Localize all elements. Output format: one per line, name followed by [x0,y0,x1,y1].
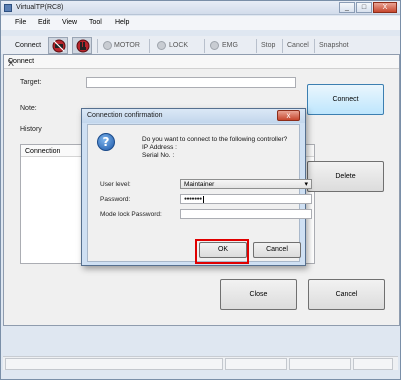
toolbar-motor[interactable]: MOTOR [114,42,140,49]
dialog-cancel-button[interactable]: Cancel [253,242,301,258]
password-label: Password: [100,196,131,203]
dialog-message: Do you want to connect to the following … [142,136,288,143]
cancel-button[interactable]: Cancel [308,279,385,310]
app-icon [4,4,12,12]
connection-confirmation-dialog: Connection confirmation x ? Do you want … [81,108,312,266]
toolbar-separator [149,39,150,53]
minimize-button[interactable]: _ [339,2,355,13]
connect-panel-title-bar: Connect X [4,55,399,69]
toolbar-stop[interactable]: Stop [261,42,275,49]
user-level-select[interactable]: Maintainer ▾ [180,179,312,189]
dialog-title-bar: Connection confirmation x [82,109,305,123]
toolbar-snapshot[interactable]: Snapshot [319,42,349,49]
status-cell [289,358,351,370]
target-input[interactable] [86,77,296,88]
dialog-serial-no: Serial No. : [142,152,175,159]
user-level-value: Maintainer [184,181,215,188]
dialog-close-button[interactable]: x [277,110,300,121]
window-close-button[interactable]: X [373,2,397,13]
connect-icon [52,39,66,53]
toolbar-cancel[interactable]: Cancel [287,42,309,49]
password-input[interactable]: ●●●●●●● [180,194,312,204]
cancel-button-label: Cancel [335,291,358,298]
toolbar: Connect MOTOR LOCK EMG Stop Cancel Snaps… [1,36,400,54]
question-icon: ? [97,133,115,151]
title-bar: VirtualTP(RC8) _ □ X [1,1,400,15]
toolbar-separator [256,39,257,53]
ok-highlight-box [195,239,249,264]
toolbar-emg[interactable]: EMG [222,42,238,49]
window-buttons: _ □ X [338,2,397,13]
dialog-title: Connection confirmation [87,112,163,119]
stop-hand-button[interactable] [72,37,92,54]
mode-lock-password-label: Mode lock Password: [100,211,162,218]
note-label: Note: [20,105,37,112]
connect-panel-close-icon[interactable]: X [8,58,395,68]
menu-tool[interactable]: Tool [89,19,102,26]
dropdown-arrow-icon: ▾ [304,181,308,188]
password-value: ●●●●●●● [184,196,202,202]
status-cell [5,358,223,370]
connect-button-label: Connect [332,96,359,103]
menu-bar: File Edit View Tool Help [1,16,400,30]
close-button-label: Close [249,291,268,298]
dialog-cancel-button-label: Cancel [266,246,288,253]
emg-led-icon [210,41,219,50]
close-button[interactable]: Close [220,279,297,310]
delete-button-label: Delete [335,173,356,180]
dialog-body: ? Do you want to connect to the followin… [87,124,312,262]
history-label: History [20,126,42,133]
toolbar-separator [314,39,315,53]
toolbar-separator [204,39,205,53]
toolbar-connect[interactable]: Connect [15,42,41,49]
maximize-button[interactable]: □ [356,2,372,13]
target-label: Target: [20,79,42,86]
dialog-ip-address: IP Address : [142,144,177,151]
window-title: VirtualTP(RC8) [16,4,64,11]
motor-led-icon [103,41,112,50]
menu-help[interactable]: Help [115,19,129,26]
mode-lock-password-input[interactable] [180,209,312,219]
status-cell [353,358,393,370]
menu-edit[interactable]: Edit [38,19,50,26]
lock-led-icon [157,41,166,50]
status-bar [3,356,398,370]
stop-hand-icon [76,39,90,53]
user-level-label: User level: [100,181,131,188]
list-header-connection: Connection [25,148,61,155]
connect-icon-button[interactable] [48,37,68,54]
text-caret [203,196,204,203]
toolbar-separator [97,39,98,53]
menu-view[interactable]: View [62,19,77,26]
connect-button[interactable]: Connect [307,84,384,115]
status-cell [225,358,287,370]
toolbar-lock[interactable]: LOCK [169,42,188,49]
menu-file[interactable]: File [15,19,26,26]
toolbar-separator [282,39,283,53]
delete-button[interactable]: Delete [307,161,384,192]
